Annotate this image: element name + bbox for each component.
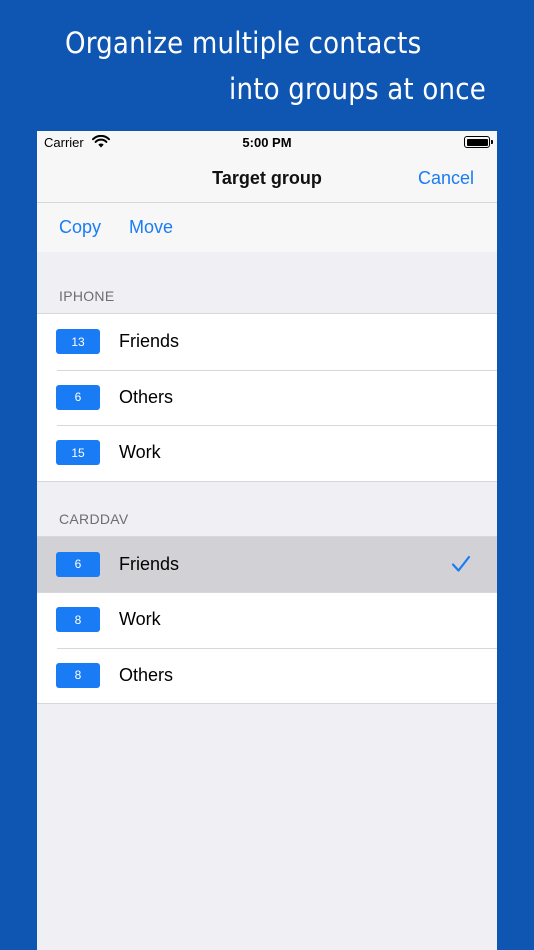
list-item[interactable]: 13 Friends: [37, 314, 497, 370]
checkmark-icon: [451, 555, 471, 572]
status-bar: Carrier 5:00 PM: [37, 131, 497, 155]
headline-line-2: into groups at once: [229, 72, 487, 106]
action-toolbar: Copy Move: [37, 203, 497, 252]
group-label: Others: [119, 664, 174, 685]
list-item[interactable]: 6 Others: [37, 369, 497, 425]
list-item-selected[interactable]: 6 Friends: [37, 536, 497, 592]
section-header-label: CARDDAV: [59, 510, 129, 527]
count-badge: 6: [56, 384, 100, 410]
headline-line-1: Organize multiple contacts: [65, 26, 422, 60]
group-label: Others: [119, 386, 174, 407]
move-button[interactable]: Move: [129, 217, 173, 238]
list-item[interactable]: 15 Work: [37, 425, 497, 481]
status-time: 5:00 PM: [242, 135, 292, 150]
group-list-carddav: 6 Friends 8 Work 8 Others: [37, 535, 497, 704]
list-item[interactable]: 8 Work: [37, 592, 497, 648]
group-label: Friends: [119, 553, 180, 574]
group-label: Work: [119, 442, 161, 462]
count-badge: 15: [56, 440, 100, 465]
section-header-iphone: IPHONE: [37, 252, 497, 313]
copy-button[interactable]: Copy: [59, 217, 101, 238]
cancel-button[interactable]: Cancel: [418, 168, 474, 189]
battery-icon: [464, 136, 493, 148]
count-badge: 8: [56, 662, 100, 688]
group-label: Work: [119, 609, 161, 629]
phone-screen: Carrier 5:00 PM Target group Cancel Copy…: [37, 131, 497, 950]
count-badge: 6: [56, 551, 100, 577]
section-header-carddav: CARDDAV: [37, 482, 497, 536]
section-header-label: IPHONE: [59, 288, 115, 304]
list-item[interactable]: 8 Others: [37, 647, 497, 703]
count-badge: 8: [56, 607, 100, 632]
group-list-iphone: 13 Friends 6 Others 15 Work: [37, 313, 497, 482]
group-label: Friends: [119, 331, 180, 351]
count-badge: 13: [56, 329, 100, 354]
navigation-bar: Target group Cancel: [37, 155, 497, 203]
